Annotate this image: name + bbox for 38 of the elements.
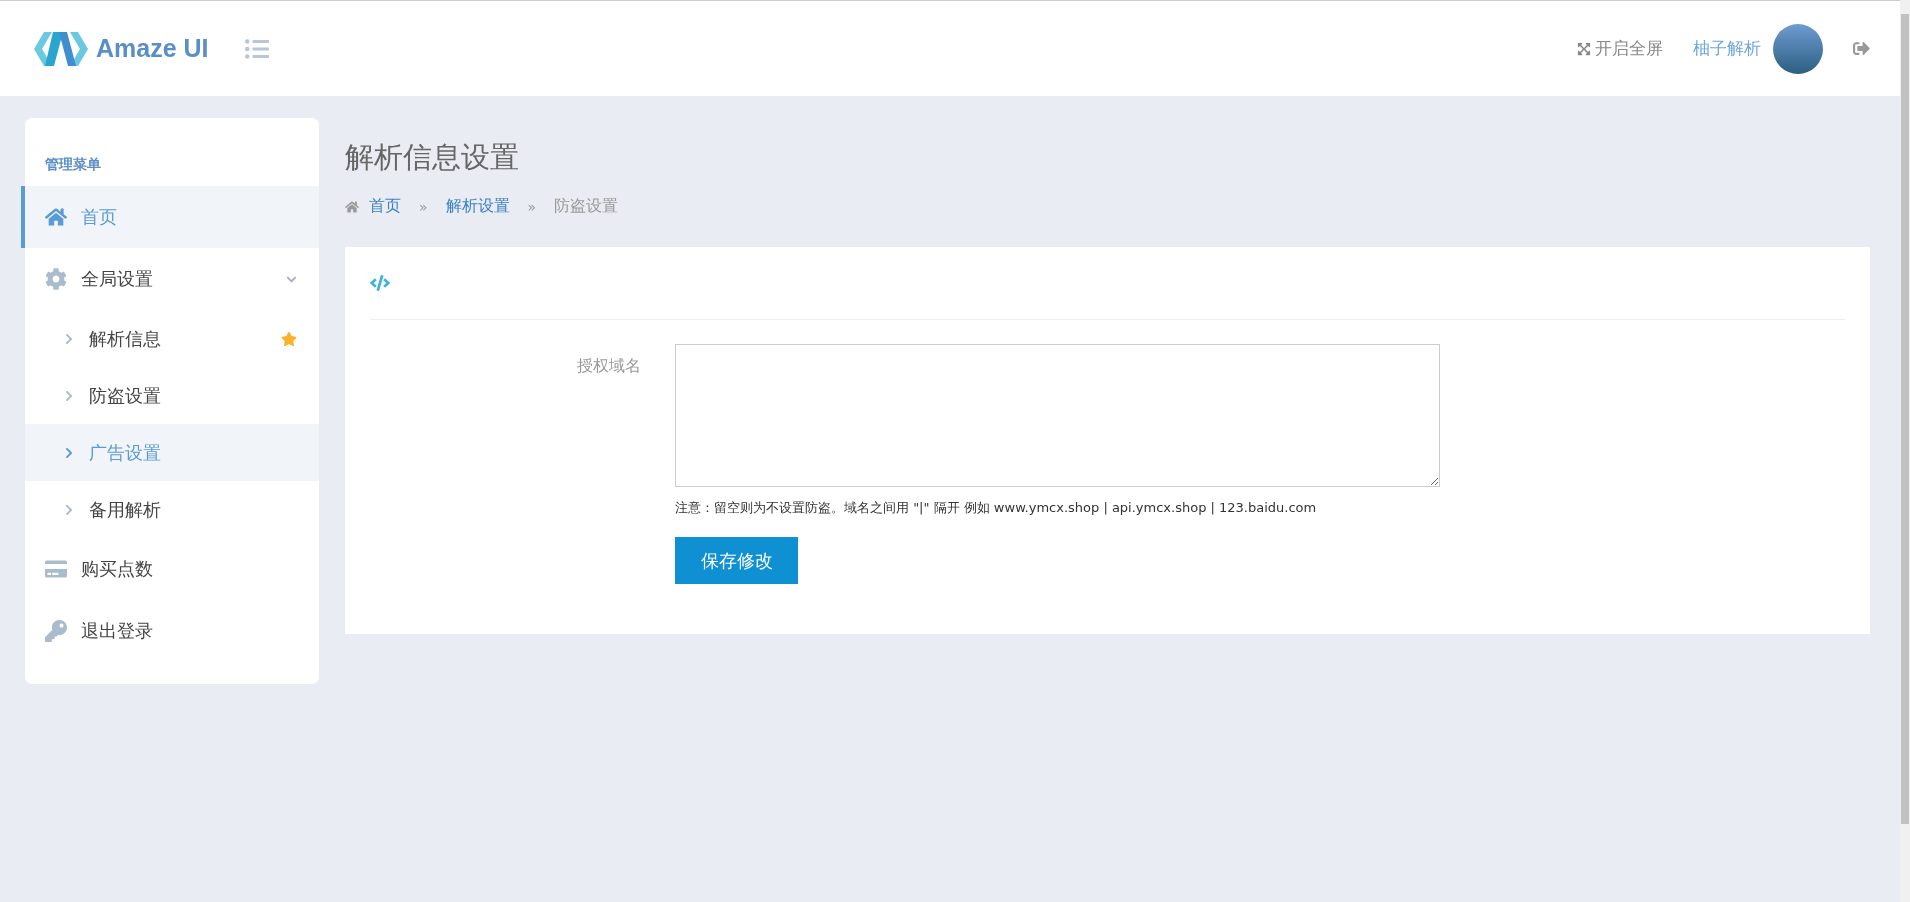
breadcrumb-link[interactable]: 首页 bbox=[369, 196, 401, 217]
sidebar-item[interactable]: 购买点数 bbox=[25, 538, 319, 600]
sidebar-subitem[interactable]: 备用解析 bbox=[25, 481, 319, 538]
sidebar-subitem[interactable]: 解析信息 bbox=[25, 310, 319, 367]
hint-text: 注意：留空则为不设置防盗。域名之间用 "|" 隔开 例如 www.ymcx.shop | api.ymcx.shop | 123.baidu.com bbox=[675, 499, 1318, 517]
current-page-text: 防盗设置 bbox=[554, 196, 619, 217]
gear-icon bbox=[45, 268, 67, 290]
logout-icon[interactable] bbox=[1853, 40, 1870, 57]
breadcrumb-separator: » bbox=[527, 198, 537, 215]
card-icon bbox=[45, 558, 67, 580]
sidebar-subitem[interactable]: 广告设置 bbox=[25, 424, 319, 481]
key-icon bbox=[45, 620, 67, 642]
save-button[interactable]: 保存修改 bbox=[675, 537, 798, 584]
code-icon bbox=[370, 273, 390, 293]
sidebar-item[interactable]: 退出登录 bbox=[25, 600, 319, 662]
menu-icon[interactable] bbox=[244, 36, 269, 61]
fullscreen-button[interactable]: 开启全屏 bbox=[1577, 37, 1663, 60]
logo-text: Amaze UI bbox=[96, 34, 209, 63]
chevron-icon bbox=[63, 332, 75, 345]
avatar-placeholder[interactable] bbox=[1773, 23, 1823, 74]
home-icon bbox=[45, 206, 67, 228]
field-label: 授权域名 bbox=[576, 355, 641, 377]
domain-input-field[interactable] bbox=[675, 344, 1440, 487]
user-name[interactable]: 柚子解析 bbox=[1693, 37, 1761, 60]
breadcrumb-link[interactable]: 解析设置 bbox=[445, 196, 510, 217]
sidebar-subitem[interactable]: 防盗设置 bbox=[25, 367, 319, 424]
sidebar-item[interactable]: 首页 bbox=[21, 186, 319, 248]
chevron-icon bbox=[63, 389, 75, 402]
scrollbar[interactable] bbox=[1900, 0, 1910, 902]
breadcrumb-separator: » bbox=[419, 198, 428, 215]
logo-icon bbox=[34, 31, 88, 66]
page-title: 解析信息设置 bbox=[345, 139, 520, 176]
chevron-icon bbox=[63, 503, 75, 516]
expand-icon bbox=[1577, 41, 1591, 56]
sidebar-title: 管理菜单 bbox=[44, 155, 102, 174]
sidebar-item[interactable]: 全局设置 bbox=[25, 248, 319, 310]
chevron-icon bbox=[63, 446, 75, 459]
home-icon bbox=[345, 199, 359, 214]
